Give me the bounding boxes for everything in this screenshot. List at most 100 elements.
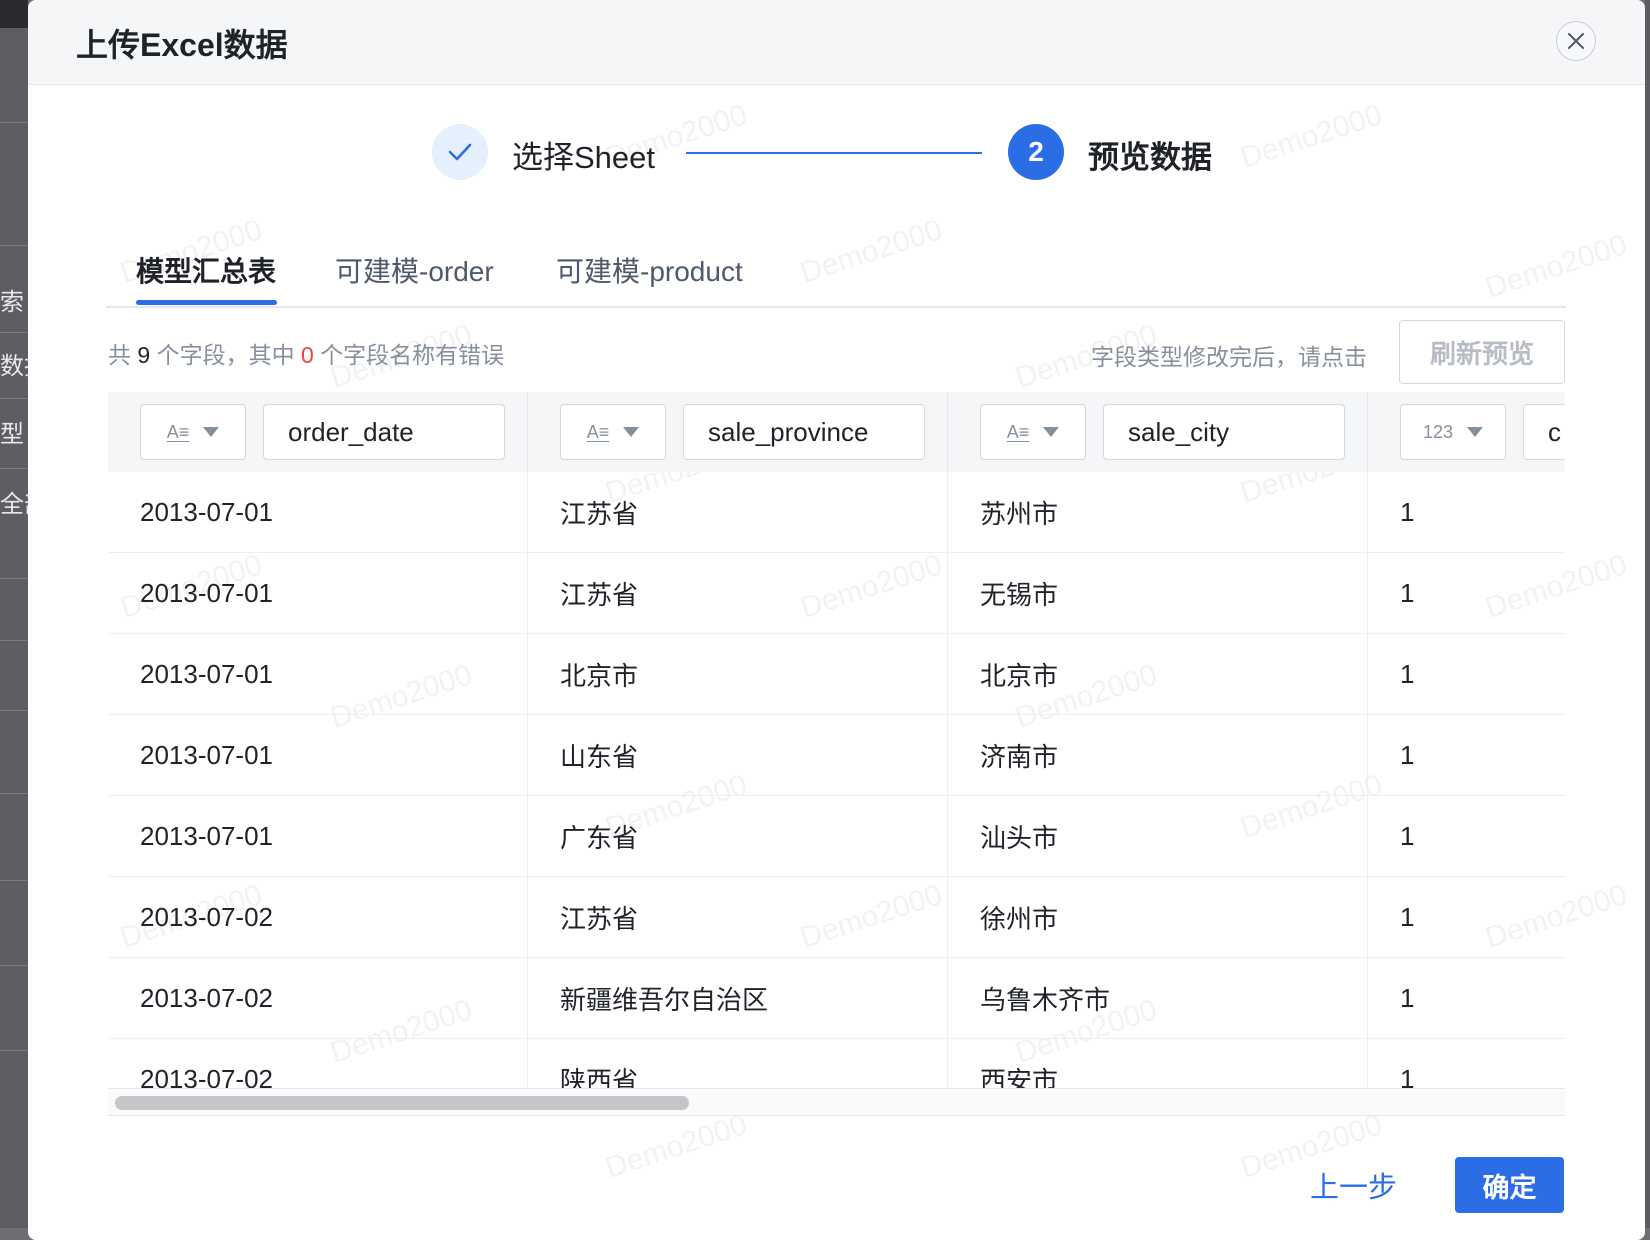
dialog-title: 上传Excel数据 (76, 27, 288, 63)
background-divider (0, 468, 28, 469)
table-row: 2013-07-01 江苏省 苏州市 1 (108, 472, 1565, 553)
caret-down-icon (203, 427, 220, 437)
table-cell: 北京市 (528, 634, 948, 714)
column-header: A≡ (948, 392, 1368, 472)
upload-dialog: Demo2000 Demo2000 Demo2000 Demo2000 Demo2000… (28, 0, 1645, 1240)
close-button[interactable] (1556, 21, 1596, 61)
background-divider (0, 640, 28, 641)
step-label-select-sheet: 选择Sheet (512, 140, 656, 175)
background-divider (0, 578, 28, 579)
check-icon (448, 143, 472, 161)
text-type-icon: A≡ (586, 421, 610, 442)
table-cell: 徐州市 (948, 877, 1368, 957)
watermark-text: Demo2000 (601, 1108, 752, 1185)
background-topbar (0, 0, 28, 28)
table-row: 2013-07-02 江苏省 徐州市 1 (108, 877, 1565, 958)
close-icon (1568, 33, 1584, 49)
table-cell: 2013-07-01 (108, 634, 528, 714)
column-header: A≡ (528, 392, 948, 472)
table-cell: 1 (1368, 634, 1565, 714)
dialog-header: 上传Excel数据 (28, 0, 1645, 85)
sheet-tabs: 模型汇总表 可建模-order 可建模-product (106, 240, 1566, 308)
table-row: 2013-07-01 江苏省 无锡市 1 (108, 553, 1565, 634)
field-count: 9 (137, 342, 151, 368)
preview-table: A≡ A≡ A≡ 123 (108, 392, 1565, 1098)
field-name-input[interactable] (263, 404, 505, 460)
table-cell: 1 (1368, 877, 1565, 957)
tab-active-indicator (136, 300, 277, 305)
table-cell: 广东省 (528, 796, 948, 876)
error-count: 0 (300, 342, 314, 368)
background-right-edge (1645, 0, 1650, 1228)
scrollbar-thumb[interactable] (115, 1096, 689, 1110)
field-type-select[interactable]: A≡ (560, 404, 666, 460)
table-header: A≡ A≡ A≡ 123 (108, 392, 1565, 472)
background-divider (0, 332, 28, 333)
table-cell: 汕头市 (948, 796, 1368, 876)
background-divider (0, 245, 28, 246)
background-divider (0, 710, 28, 711)
tab-order[interactable]: 可建模-order (335, 250, 494, 290)
summary-middle: 个字段，其中 (156, 342, 295, 368)
table-cell: 1 (1368, 472, 1565, 552)
table-row: 2013-07-01 山东省 济南市 1 (108, 715, 1565, 796)
table-cell: 乌鲁木齐市 (948, 958, 1368, 1038)
caret-down-icon (623, 427, 640, 437)
table-cell: 1 (1368, 715, 1565, 795)
table-cell: 山东省 (528, 715, 948, 795)
table-row: 2013-07-01 广东省 汕头市 1 (108, 796, 1565, 877)
step-connector (686, 152, 982, 154)
background-text: 索 (0, 289, 24, 316)
table-cell: 1 (1368, 796, 1565, 876)
table-cell: 1 (1368, 553, 1565, 633)
background-divider (0, 1050, 28, 1051)
step-current-indicator: 2 (1008, 124, 1064, 180)
table-cell: 1 (1368, 958, 1565, 1038)
step-label-preview-data: 预览数据 (1088, 140, 1212, 175)
horizontal-scrollbar[interactable] (108, 1088, 1565, 1116)
field-type-select[interactable]: 123 (1400, 404, 1506, 460)
table-cell: 2013-07-02 (108, 877, 528, 957)
table-cell: 江苏省 (528, 553, 948, 633)
background-divider (0, 965, 28, 966)
table-cell: 2013-07-02 (108, 958, 528, 1038)
column-header: 123 (1368, 392, 1565, 472)
table-cell: 江苏省 (528, 877, 948, 957)
refresh-hint: 字段类型修改完后，请点击 (1091, 344, 1367, 370)
confirm-button[interactable]: 确定 (1455, 1157, 1564, 1213)
tab-product[interactable]: 可建模-product (556, 250, 743, 290)
previous-step-button[interactable]: 上一步 (1310, 1164, 1397, 1206)
table-cell: 新疆维吾尔自治区 (528, 958, 948, 1038)
table-cell: 2013-07-01 (108, 715, 528, 795)
background-text: 全部 (0, 491, 28, 518)
background-text: 数据 (0, 353, 28, 380)
table-cell: 苏州市 (948, 472, 1368, 552)
field-name-input[interactable] (683, 404, 925, 460)
table-row: 2013-07-02 新疆维吾尔自治区 乌鲁木齐市 1 (108, 958, 1565, 1039)
background-text: 型 (0, 421, 24, 448)
refresh-preview-button[interactable]: 刷新预览 (1399, 320, 1565, 384)
background-divider (0, 793, 28, 794)
caret-down-icon (1467, 427, 1484, 437)
table-cell: 2013-07-01 (108, 553, 528, 633)
tab-summary[interactable]: 模型汇总表 (136, 250, 276, 290)
background-divider (0, 398, 28, 399)
background-divider (0, 880, 28, 881)
summary-suffix: 个字段名称有错误 (320, 342, 505, 368)
table-cell: 2013-07-01 (108, 472, 528, 552)
table-row: 2013-07-01 北京市 北京市 1 (108, 634, 1565, 715)
field-type-select[interactable]: A≡ (140, 404, 246, 460)
background-divider (0, 122, 28, 123)
background-sidebar (0, 0, 28, 1228)
column-header: A≡ (108, 392, 528, 472)
table-cell: 济南市 (948, 715, 1368, 795)
field-name-input[interactable] (1103, 404, 1345, 460)
table-cell: 2013-07-01 (108, 796, 528, 876)
caret-down-icon (1043, 427, 1060, 437)
step-done-indicator (432, 124, 488, 180)
field-name-input[interactable] (1523, 404, 1565, 460)
field-type-select[interactable]: A≡ (980, 404, 1086, 460)
summary-prefix: 共 (108, 342, 131, 368)
watermark-text: Demo2000 (1236, 98, 1387, 175)
table-cell: 北京市 (948, 634, 1368, 714)
